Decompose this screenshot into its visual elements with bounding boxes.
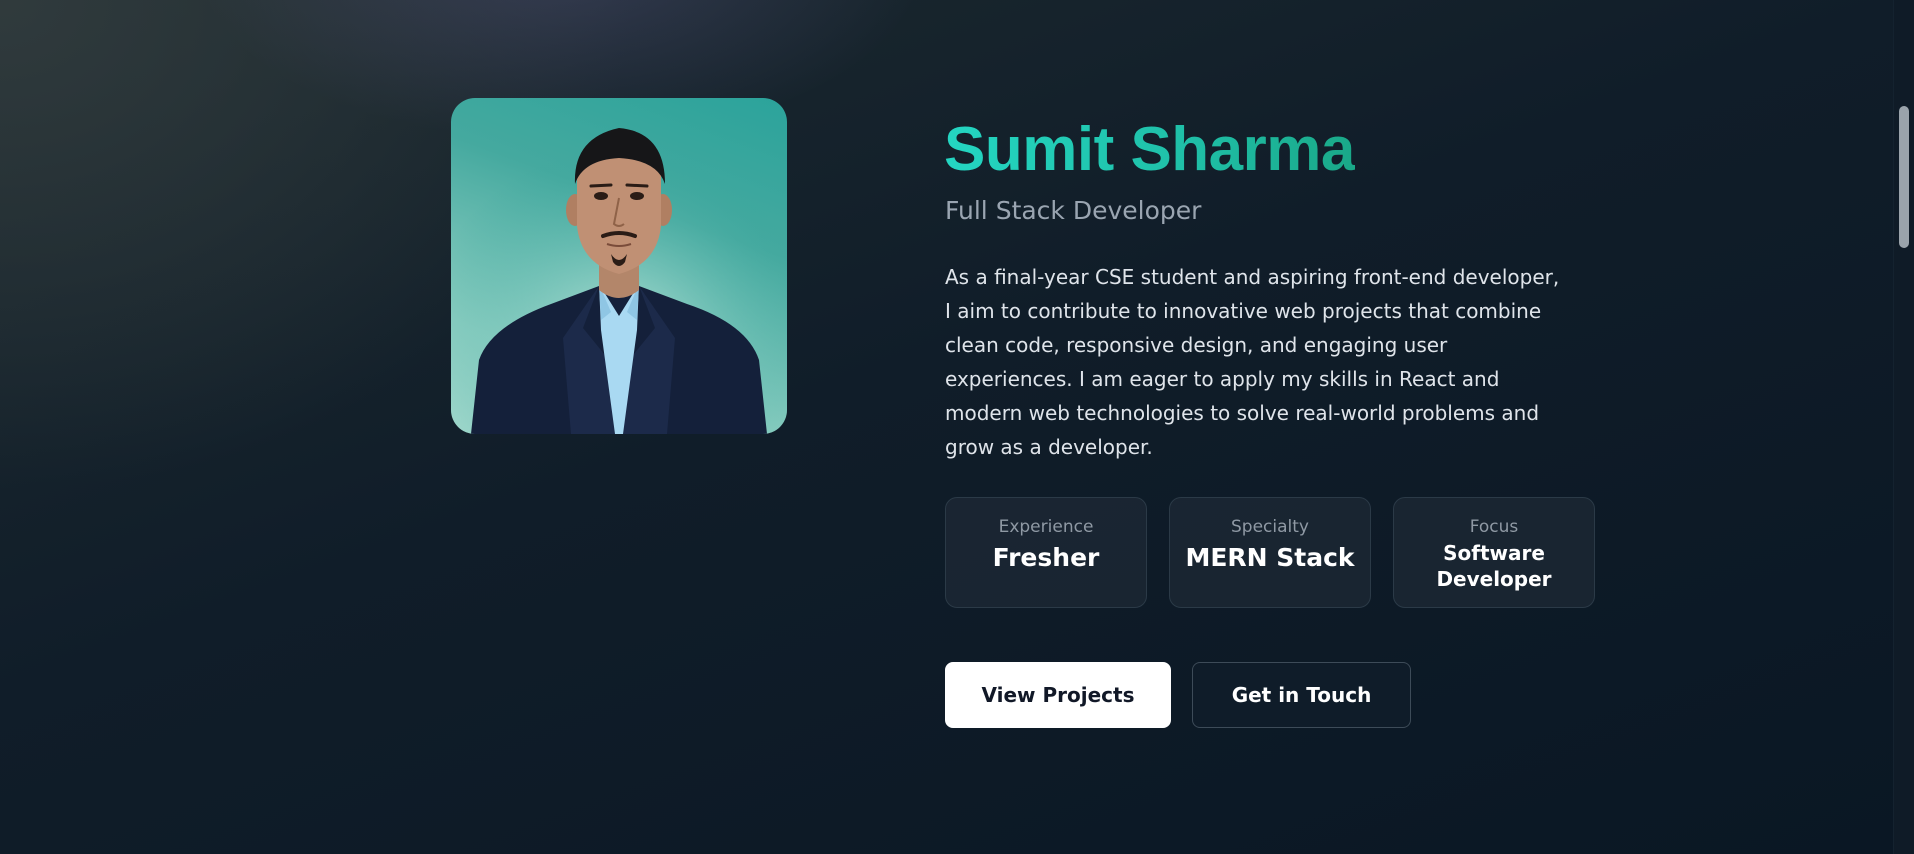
page-scrollbar[interactable] — [1893, 0, 1914, 854]
stat-card-experience: Experience Fresher — [945, 497, 1147, 608]
stat-label: Experience — [998, 517, 1094, 537]
profile-photo-illustration — [451, 98, 787, 434]
profile-name: Sumit Sharma — [944, 110, 1355, 190]
profile-photo — [451, 98, 787, 434]
stat-value-line: Developer — [1436, 567, 1552, 591]
bio-line: grow as a developer. — [945, 435, 1153, 459]
bio-line: As a final-year CSE student and aspiring… — [945, 265, 1560, 289]
stat-label: Specialty — [1231, 517, 1309, 537]
stat-label: Focus — [1469, 517, 1519, 537]
stat-value: Fresher — [992, 543, 1100, 572]
scrollbar-thumb[interactable] — [1899, 106, 1909, 248]
view-projects-button[interactable]: View Projects — [945, 662, 1171, 728]
stat-card-specialty: Specialty MERN Stack — [1169, 497, 1371, 608]
profile-title: Full Stack Developer — [945, 196, 1202, 225]
stat-value-line: Software — [1443, 541, 1545, 565]
stat-value: MERN Stack — [1185, 543, 1355, 572]
bio-line: experiences. I am eager to apply my skil… — [945, 367, 1500, 391]
get-in-touch-button[interactable]: Get in Touch — [1192, 662, 1411, 728]
bio-line: I aim to contribute to innovative web pr… — [945, 299, 1542, 323]
stat-card-focus: Focus Software Developer — [1393, 497, 1595, 608]
bio-line: clean code, responsive design, and engag… — [945, 333, 1448, 357]
bio-line: modern web technologies to solve real-wo… — [945, 401, 1540, 425]
profile-bio: As a final-year CSE student and aspiring… — [945, 260, 1605, 464]
